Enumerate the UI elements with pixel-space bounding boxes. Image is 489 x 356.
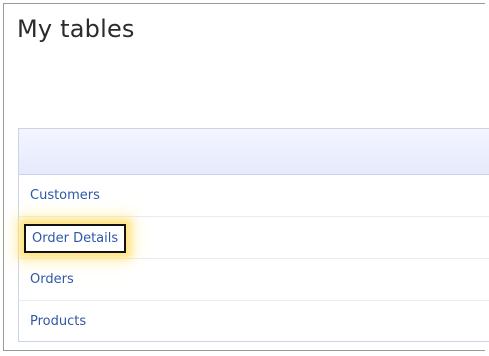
page-title: My tables [17, 15, 135, 43]
table-link-orders[interactable]: Orders [30, 272, 74, 287]
table-row: Products [19, 301, 489, 343]
table-row: Orders [19, 259, 489, 301]
tables-grid: Customers Order Details Orders Products [18, 128, 489, 342]
table-row: Customers [19, 175, 489, 217]
grid-header [19, 129, 489, 175]
table-link-products[interactable]: Products [30, 314, 86, 329]
my-tables-panel: My tables Customers Order Details Orders… [3, 3, 489, 351]
table-link-order-details[interactable]: Order Details [24, 224, 127, 253]
table-link-customers[interactable]: Customers [30, 188, 100, 203]
table-row: Order Details [19, 217, 489, 259]
